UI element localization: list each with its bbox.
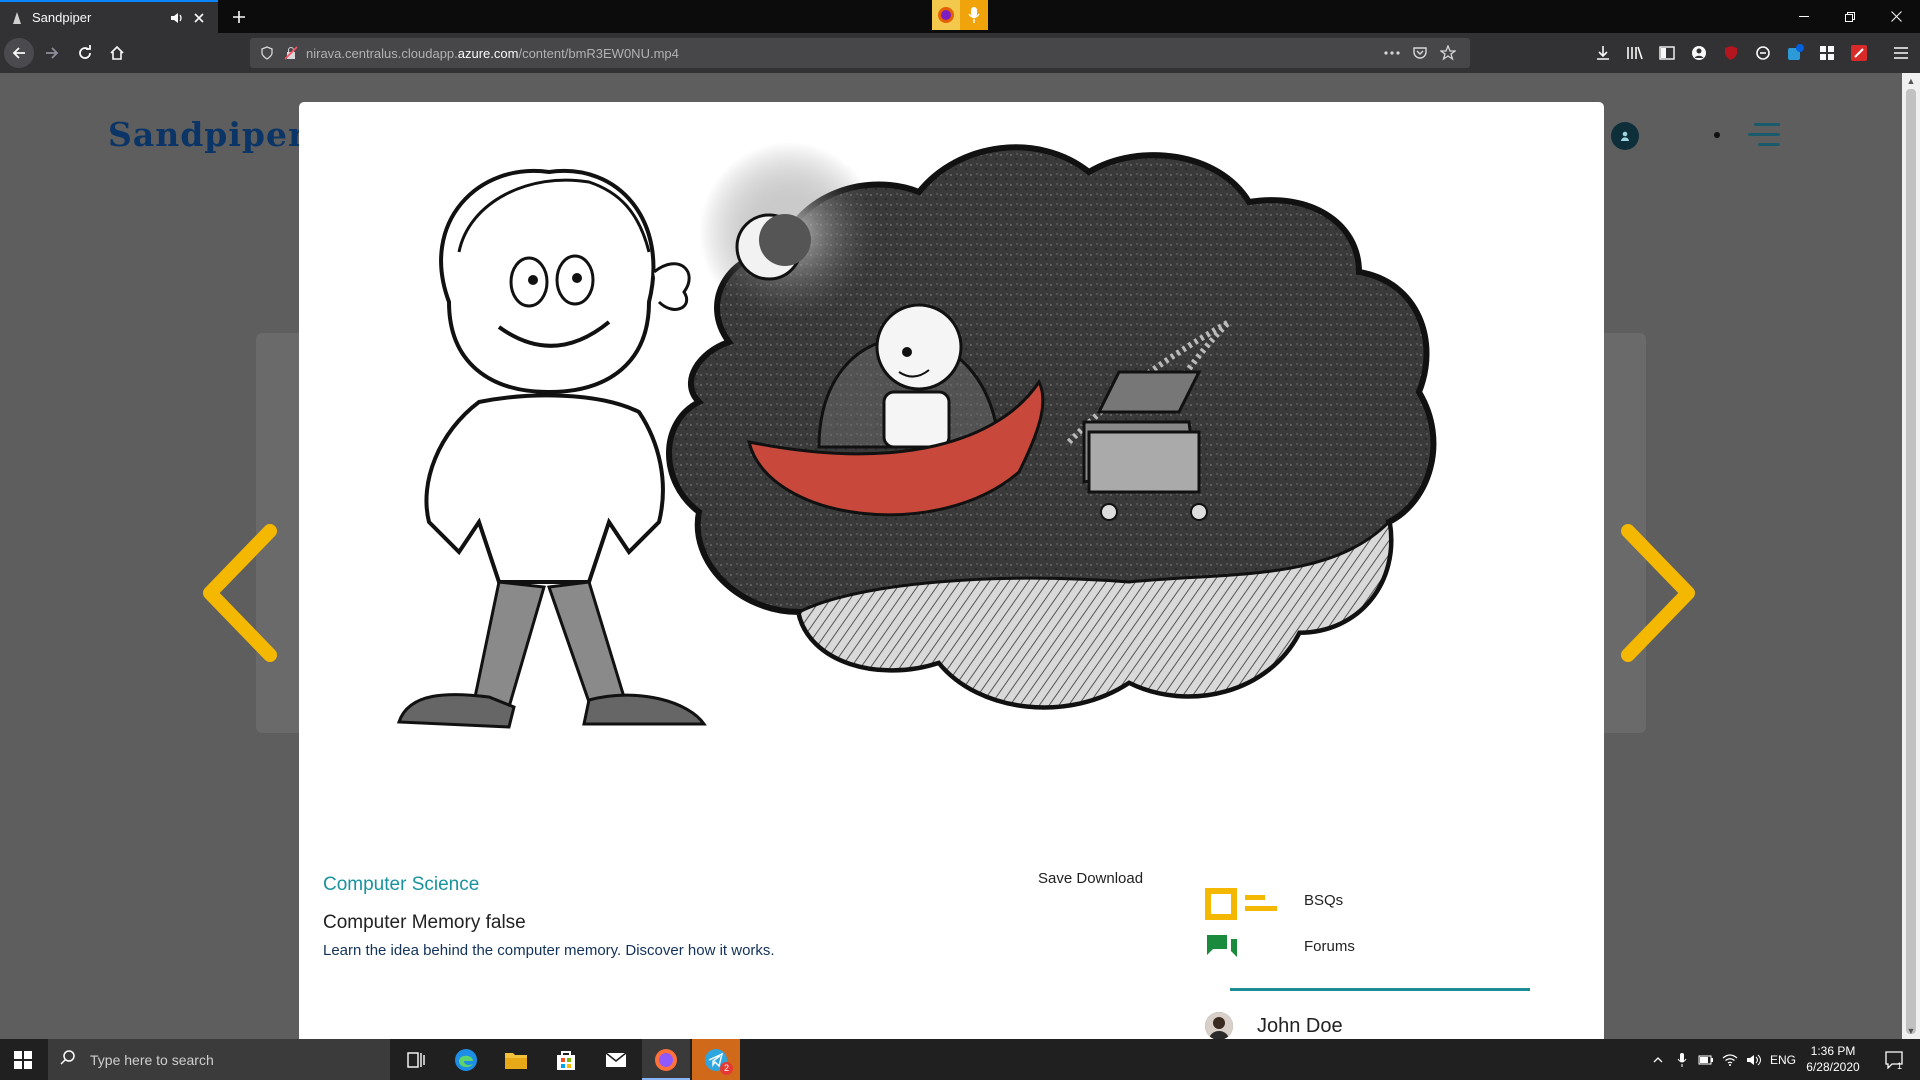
- tracking-shield-icon[interactable]: [258, 44, 276, 62]
- side-panel-underline: [1230, 988, 1530, 991]
- browser-tab-bar: Sandpiper: [0, 0, 1920, 33]
- scrollbar-thumb[interactable]: [1906, 89, 1916, 1034]
- url-bar[interactable]: nirava.centralus.cloudapp.azure.com/cont…: [250, 38, 1470, 68]
- save-download-button[interactable]: Save Download: [1038, 870, 1143, 887]
- site-menu-icon[interactable]: [1744, 123, 1780, 149]
- bsqs-link[interactable]: [1205, 888, 1281, 920]
- tab-audio-icon[interactable]: [168, 9, 186, 27]
- url-text[interactable]: nirava.centralus.cloudapp.azure.com/cont…: [306, 46, 1378, 61]
- reload-button[interactable]: [70, 38, 100, 68]
- windows-taskbar: Type here to search 2 ENG 1:36 PM 6/28/2…: [0, 1039, 1920, 1080]
- url-domain: azure.com: [457, 45, 519, 61]
- pocket-icon[interactable]: [1406, 42, 1434, 64]
- firefox-taskbar-icon[interactable]: [642, 1039, 690, 1080]
- video-modal: Computer Science Computer Memory false L…: [299, 102, 1604, 1039]
- clock[interactable]: 1:36 PM 6/28/2020: [1798, 1043, 1868, 1075]
- close-window-icon[interactable]: [1873, 0, 1919, 33]
- pdf-extension-icon[interactable]: [1846, 40, 1872, 66]
- user-name: John Doe: [1257, 1014, 1343, 1037]
- forward-button[interactable]: [37, 38, 67, 68]
- sandpiper-favicon-icon: [10, 11, 24, 25]
- browser-tab[interactable]: Sandpiper: [0, 0, 218, 33]
- page-scrollbar[interactable]: ▲ ▼: [1902, 73, 1920, 1039]
- search-placeholder: Type here to search: [90, 1051, 214, 1068]
- new-tab-button[interactable]: [228, 6, 250, 28]
- close-tab-icon[interactable]: [190, 9, 208, 27]
- search-icon: [60, 1049, 76, 1070]
- notification-dot[interactable]: [1714, 132, 1720, 138]
- tab-title: Sandpiper: [32, 10, 92, 25]
- extension-sync-icon[interactable]: [1750, 40, 1776, 66]
- microphone-sharing-icon: [960, 0, 988, 30]
- course-description: Learn the idea behind the computer memor…: [323, 942, 775, 959]
- language-indicator[interactable]: ENG: [1768, 1039, 1798, 1080]
- scroll-up-icon[interactable]: ▲: [1905, 75, 1917, 87]
- page-content: Sandpiper Computer Science Computer Memo…: [0, 73, 1920, 1039]
- firefox-sharing-icon: [932, 0, 960, 30]
- forums-label[interactable]: Forums: [1304, 938, 1355, 955]
- windows-start-icon[interactable]: [0, 1039, 46, 1080]
- url-path: /content/bmR3EW0NU.mp4: [518, 45, 679, 61]
- user-avatar: [1205, 1012, 1233, 1039]
- edge-icon[interactable]: [442, 1039, 490, 1080]
- extension-badge-icon[interactable]: [1782, 40, 1808, 66]
- telegram-badge: 2: [720, 1062, 733, 1075]
- bsqs-icon: [1205, 888, 1277, 920]
- user-avatar-button[interactable]: [1611, 122, 1639, 150]
- account-icon[interactable]: [1686, 40, 1712, 66]
- show-hidden-icons[interactable]: [1648, 1039, 1668, 1080]
- store-icon[interactable]: [542, 1039, 590, 1080]
- url-prefix: nirava.centralus.cloudapp.: [306, 45, 458, 61]
- video-illustration: [396, 142, 1437, 729]
- sharing-indicator[interactable]: [932, 0, 988, 30]
- taskbar-search-box[interactable]: Type here to search: [48, 1039, 390, 1080]
- task-view-icon[interactable]: [392, 1039, 440, 1080]
- notification-count: 1: [1897, 1061, 1903, 1071]
- next-arrow-icon[interactable]: [1620, 523, 1700, 663]
- course-category[interactable]: Computer Science: [323, 874, 479, 896]
- video-player[interactable]: [299, 102, 1604, 862]
- library-icon[interactable]: [1622, 40, 1648, 66]
- extensions-grid-icon[interactable]: [1814, 40, 1840, 66]
- page-actions-icon[interactable]: [1378, 42, 1406, 64]
- previous-arrow-icon[interactable]: [198, 523, 278, 663]
- clock-time: 1:36 PM: [1810, 1044, 1856, 1058]
- minimize-window-icon[interactable]: [1781, 0, 1827, 33]
- bsqs-label[interactable]: BSQs: [1304, 892, 1343, 909]
- forums-link[interactable]: [1205, 933, 1239, 963]
- bookmark-star-icon[interactable]: [1434, 42, 1462, 64]
- forums-icon: [1207, 935, 1237, 957]
- wifi-icon[interactable]: [1720, 1039, 1740, 1080]
- clock-date: 6/28/2020: [1806, 1060, 1860, 1074]
- hamburger-menu-icon[interactable]: [1888, 40, 1914, 66]
- microphone-tray-icon[interactable]: [1672, 1039, 1692, 1080]
- downloads-icon[interactable]: [1590, 40, 1616, 66]
- notification-center-icon[interactable]: 1: [1874, 1039, 1914, 1080]
- insecure-lock-icon[interactable]: [282, 44, 300, 62]
- ublock-icon[interactable]: [1718, 40, 1744, 66]
- back-button[interactable]: [4, 38, 34, 68]
- home-button[interactable]: [102, 38, 132, 68]
- telegram-taskbar-icon[interactable]: 2: [692, 1039, 740, 1080]
- battery-icon[interactable]: [1696, 1039, 1716, 1080]
- user-entry[interactable]: John Doe: [1205, 1012, 1343, 1039]
- mail-icon[interactable]: [592, 1039, 640, 1080]
- scroll-down-icon[interactable]: ▼: [1905, 1025, 1917, 1037]
- browser-nav-bar: nirava.centralus.cloudapp.azure.com/cont…: [0, 33, 1920, 73]
- file-explorer-icon[interactable]: [492, 1039, 540, 1080]
- volume-icon[interactable]: [1744, 1039, 1764, 1080]
- site-logo[interactable]: Sandpiper: [108, 115, 306, 154]
- course-title: Computer Memory false: [323, 912, 526, 933]
- sidebar-icon[interactable]: [1654, 40, 1680, 66]
- restore-window-icon[interactable]: [1827, 0, 1873, 33]
